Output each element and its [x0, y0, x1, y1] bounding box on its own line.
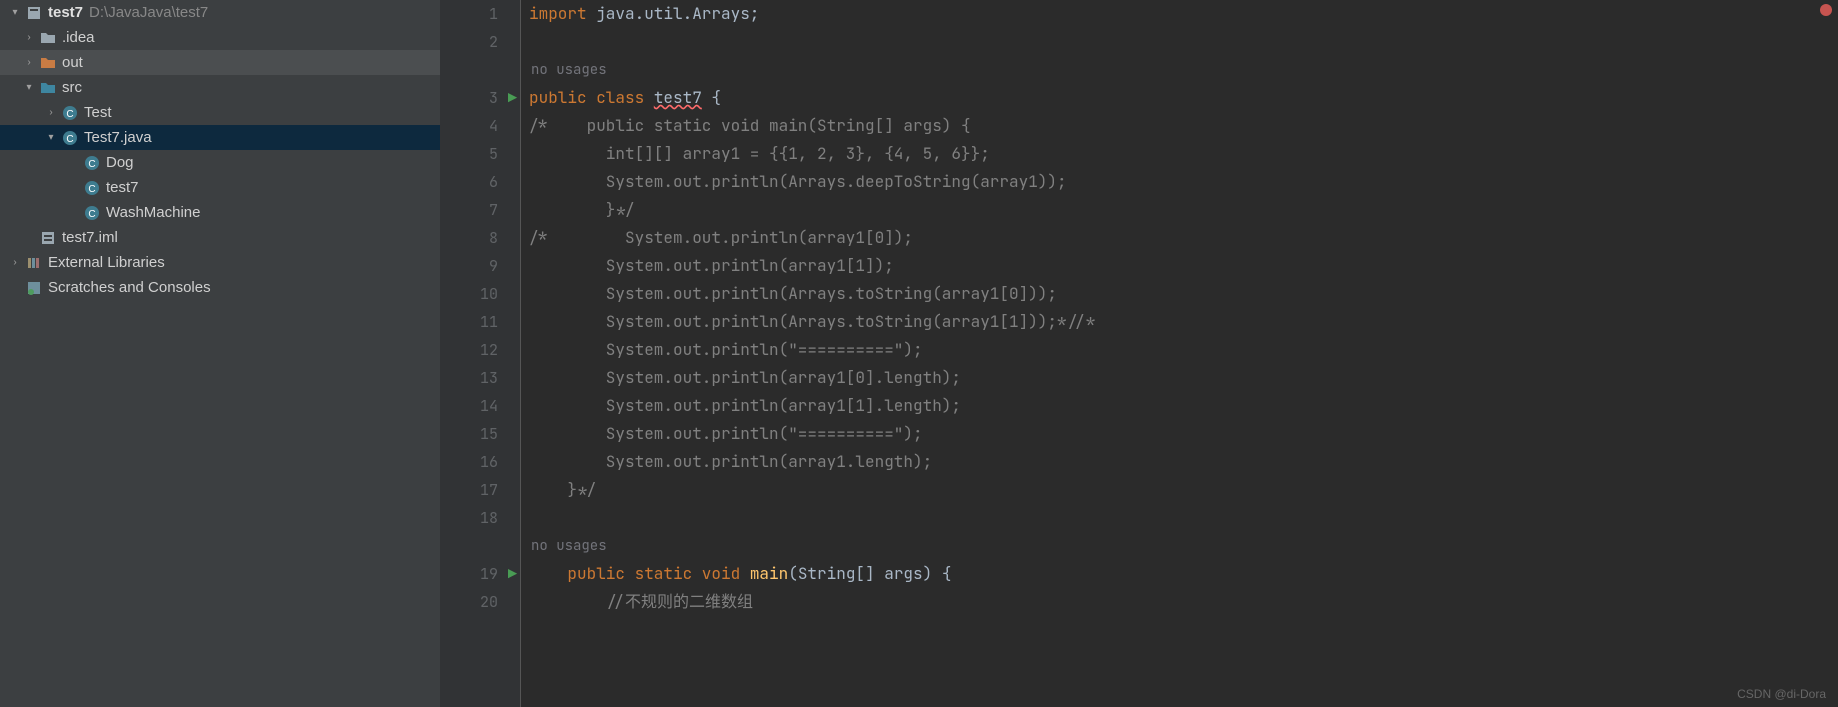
tree-item-test7-java[interactable]: ▾ C Test7.java	[0, 125, 440, 150]
gutter-line[interactable]	[440, 532, 520, 560]
code-line[interactable]: System.out.println(Arrays.toString(array…	[529, 308, 1838, 336]
gutter-line[interactable]: 3▶	[440, 84, 520, 112]
iml-icon	[40, 230, 56, 246]
code-line[interactable]: }*/	[529, 476, 1838, 504]
code-line[interactable]: System.out.println(array1[0].length);	[529, 364, 1838, 392]
class-icon: C	[62, 130, 78, 146]
code-line[interactable]: System.out.println(array1[1].length);	[529, 392, 1838, 420]
tree-label: Test7.java	[84, 129, 152, 146]
gutter-line[interactable]: 11	[440, 308, 520, 336]
tree-label: Test	[84, 104, 112, 121]
gutter-line[interactable]: 20	[440, 588, 520, 616]
svg-text:C: C	[88, 184, 95, 195]
gutter-line[interactable]: 16	[440, 448, 520, 476]
code-line[interactable]: }*/	[529, 196, 1838, 224]
class-icon: C	[62, 105, 78, 121]
tree-item-src[interactable]: ▾ src	[0, 75, 440, 100]
error-indicator-icon[interactable]	[1820, 4, 1832, 16]
gutter-line[interactable]: 13	[440, 364, 520, 392]
code-line[interactable]: System.out.println(array1.length);	[529, 448, 1838, 476]
class-icon: C	[84, 205, 100, 221]
tree-label: Dog	[106, 154, 134, 171]
code-line[interactable]: /* public static void main(String[] args…	[529, 112, 1838, 140]
code-area[interactable]: import java.util.Arrays;no usagespublic …	[520, 0, 1838, 707]
folder-out-icon	[40, 55, 56, 71]
folder-src-icon	[40, 80, 56, 96]
chevron-down-icon: ▾	[8, 7, 22, 18]
gutter-line[interactable]: 1	[440, 0, 520, 28]
code-line[interactable]: int[][] array1 = {{1, 2, 3}, {4, 5, 6}};	[529, 140, 1838, 168]
tree-label: .idea	[62, 29, 95, 46]
tree-item-test7-iml[interactable]: test7.iml	[0, 225, 440, 250]
code-line[interactable]: System.out.println("==========");	[529, 336, 1838, 364]
tree-item-test[interactable]: › C Test	[0, 100, 440, 125]
gutter-line[interactable]: 15	[440, 420, 520, 448]
tree-label: src	[62, 79, 82, 96]
gutter-line[interactable]: 9	[440, 252, 520, 280]
gutter-line[interactable]: 8	[440, 224, 520, 252]
gutter-line[interactable]: 10	[440, 280, 520, 308]
code-line[interactable]	[529, 28, 1838, 56]
code-line[interactable]: /* System.out.println(array1[0]);	[529, 224, 1838, 252]
gutter-line[interactable]: 6	[440, 168, 520, 196]
svg-text:C: C	[66, 109, 73, 120]
code-line[interactable]: System.out.println("==========");	[529, 420, 1838, 448]
run-icon[interactable]: ▶	[508, 88, 517, 108]
svg-text:C: C	[88, 209, 95, 220]
tree-label: out	[62, 54, 83, 71]
chevron-right-icon: ›	[22, 57, 36, 68]
chevron-right-icon: ›	[44, 107, 58, 118]
run-icon[interactable]: ▶	[508, 564, 517, 584]
gutter-line[interactable]: 4	[440, 112, 520, 140]
code-line[interactable]: System.out.println(Arrays.deepToString(a…	[529, 168, 1838, 196]
tree-item-test7[interactable]: Ctest7	[0, 175, 440, 200]
code-line[interactable]: public static void main(String[] args) {	[529, 560, 1838, 588]
gutter-line[interactable]	[440, 56, 520, 84]
tree-item--idea[interactable]: › .idea	[0, 25, 440, 50]
scratches-consoles[interactable]: Scratches and Consoles	[0, 275, 440, 300]
gutter-line[interactable]: 5	[440, 140, 520, 168]
chevron-down-icon: ▾	[22, 82, 36, 93]
code-line[interactable]: //不规则的二维数组	[529, 588, 1838, 616]
project-root[interactable]: ▾ test7 D:\JavaJava\test7	[0, 0, 440, 25]
external-libraries[interactable]: › External Libraries	[0, 250, 440, 275]
class-icon: C	[84, 155, 100, 171]
code-line[interactable]: no usages	[529, 56, 1838, 84]
scratches-icon	[26, 280, 42, 296]
code-line[interactable]: public class test7 {	[529, 84, 1838, 112]
project-icon	[26, 5, 42, 21]
tree-item-dog[interactable]: C Dog	[0, 150, 440, 175]
class-icon: C	[84, 180, 100, 196]
libraries-icon	[26, 255, 42, 271]
gutter-line[interactable]: 2	[440, 28, 520, 56]
project-tree: ▾ test7 D:\JavaJava\test7 › .idea › out ▾ src ›…	[0, 0, 440, 707]
code-line[interactable]: no usages	[529, 532, 1838, 560]
code-line[interactable]: import java.util.Arrays;	[529, 0, 1838, 28]
tree-label: test7	[106, 179, 139, 196]
svg-text:C: C	[66, 134, 73, 145]
watermark: CSDN @di-Dora	[1737, 687, 1826, 701]
code-editor[interactable]: 123▶45678910111213141516171819▶20 import…	[440, 0, 1838, 707]
svg-text:C: C	[88, 159, 95, 170]
tree-item-out[interactable]: › out	[0, 50, 440, 75]
tree-item-washmachine[interactable]: C WashMachine	[0, 200, 440, 225]
code-line[interactable]: System.out.println(Arrays.toString(array…	[529, 280, 1838, 308]
gutter-line[interactable]: 17	[440, 476, 520, 504]
gutter-line[interactable]: 7	[440, 196, 520, 224]
gutter-line[interactable]: 19▶	[440, 560, 520, 588]
project-name: test7	[48, 4, 83, 21]
gutter-line[interactable]: 12	[440, 336, 520, 364]
gutter: 123▶45678910111213141516171819▶20	[440, 0, 520, 707]
chevron-right-icon: ›	[22, 32, 36, 43]
gutter-line[interactable]: 18	[440, 504, 520, 532]
tree-label: WashMachine	[106, 204, 200, 221]
folder-icon	[40, 30, 56, 46]
project-path: D:\JavaJava\test7	[89, 4, 208, 21]
tree-label: test7.iml	[62, 229, 118, 246]
code-line[interactable]: System.out.println(array1[1]);	[529, 252, 1838, 280]
gutter-line[interactable]: 14	[440, 392, 520, 420]
chevron-right-icon: ›	[8, 257, 22, 268]
code-line[interactable]	[529, 504, 1838, 532]
chevron-down-icon: ▾	[44, 132, 58, 143]
